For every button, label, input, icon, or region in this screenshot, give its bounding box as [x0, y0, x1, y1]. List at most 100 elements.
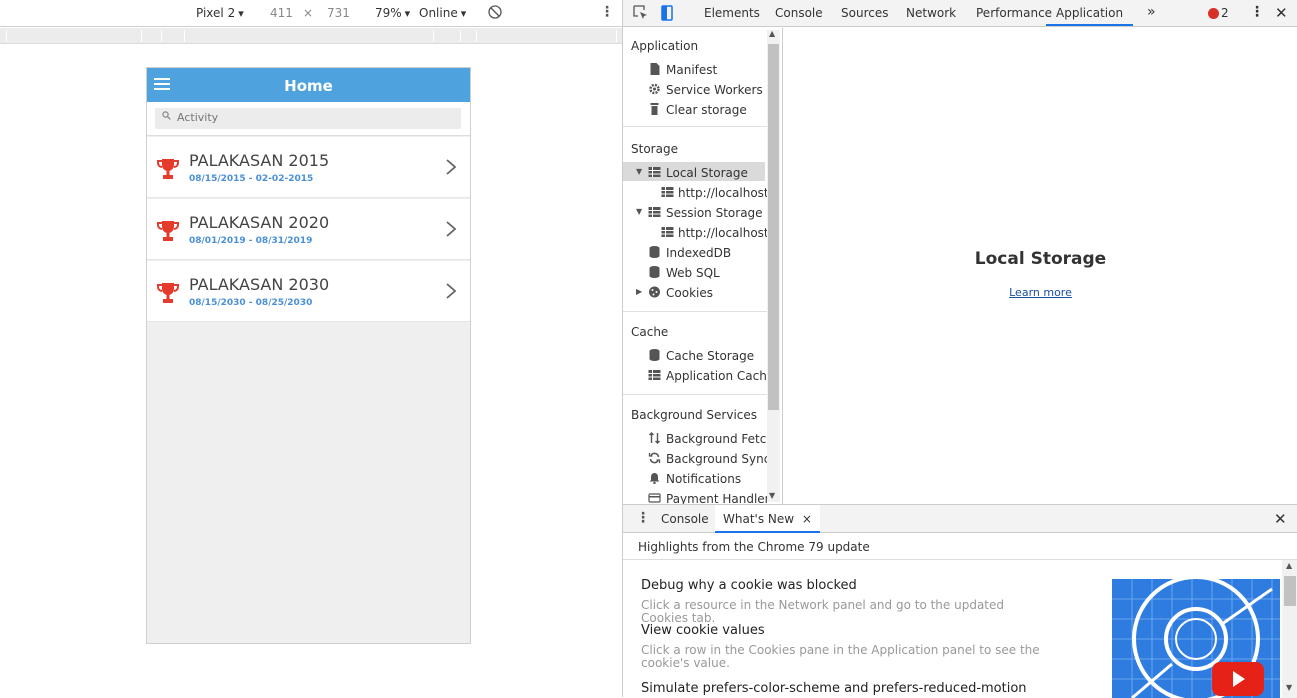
- ruler-segment[interactable]: [141, 30, 159, 42]
- sidebar-item-notifications[interactable]: Notifications: [666, 472, 741, 486]
- up-down-arrows-icon: [649, 432, 660, 444]
- inspect-element-icon[interactable]: [633, 5, 649, 21]
- item-title: PALAKASAN 2015: [189, 151, 330, 170]
- drawer-tab-bar: ⋮ Console What's New × ✕: [623, 505, 1297, 533]
- pane-title: Local Storage: [974, 249, 1107, 269]
- sidebar-item-session-storage-origin[interactable]: http://localhost: [678, 226, 769, 240]
- sidebar-item-local-storage-origin[interactable]: http://localhost: [678, 186, 769, 200]
- chrome-update-video-thumbnail[interactable]: [1112, 579, 1280, 698]
- item-dates: 08/15/2030 - 08/25/2030: [189, 298, 313, 308]
- height-input[interactable]: 731: [327, 6, 350, 20]
- sidebar-item-manifest[interactable]: Manifest: [666, 63, 717, 77]
- expand-arrow-icon[interactable]: ▼: [636, 207, 642, 216]
- feature-description: Click a row in the Cookies pane in the A…: [641, 643, 1040, 670]
- close-devtools-icon[interactable]: ✕: [1275, 4, 1288, 22]
- drawer-tab-console[interactable]: Console: [661, 512, 709, 526]
- scroll-up-icon[interactable]: ▲: [769, 29, 775, 38]
- database-icon: [649, 246, 660, 258]
- table-icon: [661, 187, 674, 197]
- tab-elements[interactable]: Elements: [704, 6, 760, 20]
- item-title: PALAKASAN 2020: [189, 213, 330, 232]
- sidebar-item-cache-storage[interactable]: Cache Storage: [666, 349, 754, 363]
- trophy-icon: [157, 159, 179, 179]
- drawer-tab-whats-new[interactable]: What's New ×: [715, 505, 820, 533]
- sidebar-item-web-sql[interactable]: Web SQL: [666, 266, 720, 280]
- sidebar-item-clear-storage[interactable]: Clear storage: [666, 103, 747, 117]
- ruler-segment[interactable]: [616, 30, 620, 42]
- ruler-segment[interactable]: [184, 30, 432, 42]
- drawer-scrollbar[interactable]: ▲ ▼: [1282, 560, 1297, 698]
- network-throttle-select[interactable]: Online: [419, 6, 466, 20]
- error-icon[interactable]: [1208, 8, 1219, 19]
- feature-title[interactable]: View cookie values: [641, 623, 765, 638]
- learn-more-link[interactable]: Learn more: [783, 286, 1297, 299]
- scroll-down-icon[interactable]: ▼: [1286, 683, 1292, 692]
- drawer-tab-whats-new-label: What's New: [723, 512, 795, 526]
- section-storage: Storage: [631, 142, 678, 156]
- page-title: Home: [284, 77, 333, 95]
- ruler-segment[interactable]: [161, 30, 183, 42]
- feature-description: Click a resource in the Network panel an…: [641, 598, 1005, 625]
- ruler-segment[interactable]: [460, 30, 474, 42]
- tab-performance[interactable]: Performance: [976, 6, 1052, 20]
- tab-application[interactable]: Application: [1046, 6, 1134, 26]
- table-icon: [648, 207, 661, 217]
- ruler-segment[interactable]: [6, 30, 139, 42]
- devtools-drawer: ⋮ Console What's New × ✕ Highlights from…: [623, 504, 1297, 698]
- sidebar-item-cookies[interactable]: Cookies: [666, 286, 713, 300]
- scroll-down-icon[interactable]: ▼: [769, 491, 775, 500]
- collapse-arrow-icon[interactable]: ▶: [636, 287, 642, 296]
- credit-card-icon: [648, 493, 661, 503]
- device-emulation-area: Pixel 2 411 × 731 79% Online ⋮ Home: [0, 0, 622, 697]
- search-icon: [162, 111, 171, 123]
- media-query-ruler: [0, 28, 622, 44]
- scroll-up-icon[interactable]: ▲: [1286, 561, 1292, 570]
- feature-title[interactable]: Simulate prefers-color-scheme and prefer…: [641, 681, 1027, 696]
- chevron-right-icon: [446, 159, 456, 175]
- section-cache: Cache: [631, 325, 669, 339]
- scrollbar-thumb[interactable]: [1284, 576, 1296, 606]
- tab-network[interactable]: Network: [906, 6, 956, 20]
- search-box[interactable]: [155, 108, 461, 129]
- zoom-select[interactable]: 79%: [375, 6, 410, 20]
- database-icon: [649, 349, 660, 361]
- settings-menu-icon[interactable]: ⋮: [1250, 4, 1264, 20]
- close-tab-icon[interactable]: ×: [802, 512, 812, 526]
- sidebar-item-background-fetch[interactable]: Background Fetch: [666, 432, 774, 446]
- drawer-menu-icon[interactable]: ⋮: [636, 510, 650, 526]
- ruler-segment[interactable]: [433, 30, 459, 42]
- sidebar-item-application-cache[interactable]: Application Cache: [666, 369, 774, 383]
- device-select[interactable]: Pixel 2: [196, 6, 244, 20]
- close-drawer-icon[interactable]: ✕: [1274, 510, 1287, 528]
- divider: [623, 394, 768, 395]
- dimension-separator: ×: [303, 6, 314, 20]
- list-item[interactable]: PALAKASAN 2020 08/01/2019 - 08/31/2019: [147, 199, 470, 260]
- more-tabs-button[interactable]: »: [1147, 4, 1156, 20]
- sidebar-item-background-sync[interactable]: Background Sync: [666, 452, 770, 466]
- sidebar-item-session-storage[interactable]: Session Storage: [666, 206, 763, 220]
- scrollbar-thumb[interactable]: [768, 44, 779, 410]
- width-input[interactable]: 411: [270, 6, 293, 20]
- device-toggle-icon[interactable]: [659, 5, 675, 21]
- tab-console[interactable]: Console: [775, 6, 823, 20]
- tab-sources[interactable]: Sources: [841, 6, 888, 20]
- search-input[interactable]: [177, 111, 447, 124]
- error-count[interactable]: 2: [1221, 6, 1229, 20]
- sidebar-item-indexeddb[interactable]: IndexedDB: [666, 246, 731, 260]
- sidebar-item-service-workers[interactable]: Service Workers: [666, 83, 763, 97]
- feature-title[interactable]: Debug why a cookie was blocked: [641, 578, 857, 593]
- rotate-icon[interactable]: [488, 5, 502, 22]
- sidebar-item-payment-handler[interactable]: Payment Handler: [666, 492, 770, 504]
- sidebar-scrollbar[interactable]: ▲ ▼: [767, 29, 780, 502]
- more-options-icon[interactable]: ⋮: [600, 4, 614, 20]
- list-item[interactable]: PALAKASAN 2015 08/15/2015 - 02-02-2015: [147, 137, 470, 198]
- whats-new-headline: Highlights from the Chrome 79 update: [638, 540, 870, 554]
- ruler-segment[interactable]: [476, 30, 614, 42]
- expand-arrow-icon[interactable]: ▼: [636, 167, 642, 176]
- divider: [623, 311, 768, 312]
- table-icon: [648, 167, 661, 177]
- sidebar-item-local-storage[interactable]: Local Storage: [666, 166, 748, 180]
- database-icon: [649, 266, 660, 278]
- list-item[interactable]: PALAKASAN 2030 08/15/2030 - 08/25/2030: [147, 261, 470, 322]
- chrome-logo-graphic: [1112, 579, 1280, 698]
